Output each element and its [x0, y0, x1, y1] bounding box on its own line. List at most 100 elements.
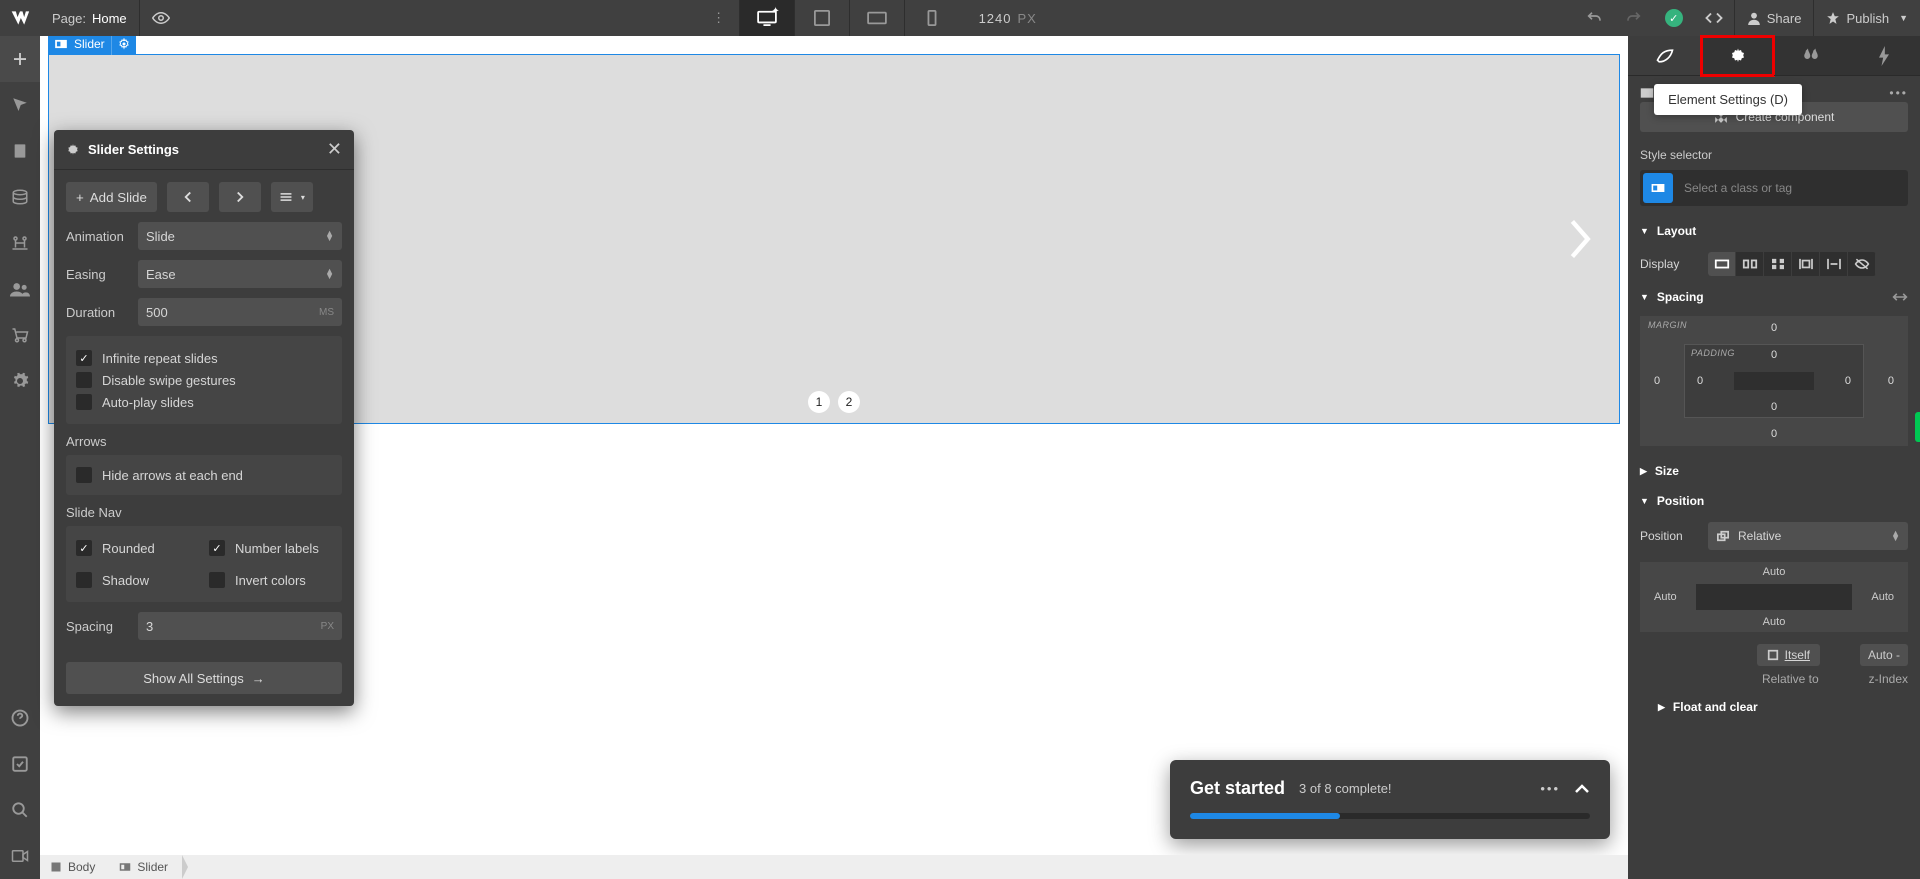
rocket-icon	[1826, 11, 1840, 25]
style-tab-icon[interactable]	[1628, 36, 1701, 76]
webflow-logo-icon[interactable]	[0, 0, 40, 36]
gear-icon	[66, 143, 80, 157]
slide-list-button[interactable]: ▾	[271, 182, 313, 212]
close-icon[interactable]: ✕	[327, 139, 342, 160]
cms-icon[interactable]	[0, 174, 40, 220]
style-selector-label: Style selector	[1628, 142, 1920, 164]
display-none-icon[interactable]	[1848, 252, 1876, 276]
get-started-progress: 3 of 8 complete!	[1299, 781, 1392, 796]
slider-next-arrow[interactable]	[1539, 199, 1619, 279]
status-ok-icon[interactable]: ✓	[1654, 0, 1694, 36]
pages-icon[interactable]	[0, 82, 40, 128]
number-labels-checkbox[interactable]	[209, 540, 225, 556]
position-select[interactable]: Relative▲▼	[1708, 522, 1908, 550]
breadcrumb-body[interactable]: Body	[40, 855, 109, 879]
display-options	[1708, 252, 1876, 276]
effects-tab-icon[interactable]	[1847, 36, 1920, 76]
more-icon[interactable]: •••	[1889, 86, 1908, 100]
get-started-title: Get started	[1190, 778, 1285, 799]
display-inline-icon[interactable]	[1820, 252, 1848, 276]
add-element-icon[interactable]	[0, 36, 40, 82]
add-slide-button[interactable]: +Add Slide	[66, 182, 157, 212]
display-flex-icon[interactable]	[1736, 252, 1764, 276]
undo-icon[interactable]	[1574, 0, 1614, 36]
slider-dot[interactable]: 2	[838, 391, 860, 413]
more-icon[interactable]: •••	[1540, 781, 1560, 796]
relative-to-itself[interactable]: Itself	[1757, 644, 1820, 666]
easing-label: Easing	[66, 267, 128, 282]
get-started-card: Get started 3 of 8 complete! •••	[1170, 760, 1610, 839]
preview-icon[interactable]	[140, 0, 182, 36]
slider-dot[interactable]: 1	[808, 391, 830, 413]
users-icon[interactable]	[0, 266, 40, 312]
left-toolbar	[0, 36, 40, 879]
display-inline-block-icon[interactable]	[1792, 252, 1820, 276]
settings-icon[interactable]	[0, 358, 40, 404]
breakpoint-tablet[interactable]	[794, 0, 849, 36]
element-tag-settings-icon[interactable]	[111, 36, 136, 55]
relative-icon	[1716, 530, 1730, 542]
display-label: Display	[1640, 257, 1700, 271]
breakpoint-tablet-landscape[interactable]	[849, 0, 904, 36]
help-icon[interactable]	[0, 695, 40, 741]
video-icon[interactable]	[0, 833, 40, 879]
target-icon	[1767, 649, 1779, 661]
style-selector-input[interactable]: Select a class or tag	[1640, 170, 1908, 206]
breadcrumb: Body Slider	[40, 855, 1628, 879]
display-block-icon[interactable]	[1708, 252, 1736, 276]
prev-slide-button[interactable]	[167, 182, 209, 212]
autoplay-checkbox[interactable]	[76, 394, 92, 410]
duration-input[interactable]: 500MS	[138, 298, 342, 326]
infinite-checkbox[interactable]	[76, 350, 92, 366]
overflow-menu-icon[interactable]: ⋮	[699, 10, 739, 26]
panel-title: Slider Settings	[88, 142, 179, 157]
audit-icon[interactable]	[0, 741, 40, 787]
spacing-input[interactable]: 3PX	[138, 612, 342, 640]
size-section-header[interactable]: ▶Size	[1628, 456, 1920, 486]
redo-icon[interactable]	[1614, 0, 1654, 36]
spacing-section-header[interactable]: ▼Spacing	[1628, 282, 1920, 312]
float-section-header[interactable]: ▶Float and clear	[1628, 692, 1920, 722]
selector-badge-icon	[1643, 173, 1673, 203]
code-icon[interactable]	[1694, 0, 1734, 36]
topbar: Page: Home ⋮ ✦ 1240PX ✓ Share Publish ▼	[0, 0, 1920, 36]
settings-tab-icon[interactable]	[1701, 36, 1774, 76]
invert-colors-checkbox[interactable]	[209, 572, 225, 588]
assets-icon[interactable]	[0, 312, 40, 358]
breadcrumb-slider[interactable]: Slider	[109, 855, 182, 879]
shadow-checkbox[interactable]	[76, 572, 92, 588]
zindex-label: z-Index	[1869, 672, 1908, 686]
canvas-width[interactable]: 1240PX	[959, 11, 1057, 26]
layout-section-header[interactable]: ▼Layout	[1628, 216, 1920, 246]
arrows-section-label: Arrows	[66, 434, 342, 449]
next-slide-button[interactable]	[219, 182, 261, 212]
slider-icon	[48, 38, 74, 50]
position-section-header[interactable]: ▼Position	[1628, 486, 1920, 516]
relative-to-label: Relative to	[1762, 672, 1819, 686]
zindex-auto[interactable]: Auto -	[1860, 644, 1908, 666]
element-tag[interactable]: Slider	[48, 36, 136, 55]
animation-label: Animation	[66, 229, 128, 244]
interactions-tab-icon[interactable]	[1774, 36, 1847, 76]
show-all-settings-button[interactable]: Show All Settings→	[66, 662, 342, 694]
navigator-icon[interactable]	[0, 128, 40, 174]
expand-icon[interactable]	[1892, 291, 1908, 303]
disable-swipe-checkbox[interactable]	[76, 372, 92, 388]
position-offsets[interactable]: Auto Auto Auto Auto	[1640, 562, 1908, 632]
share-button[interactable]: Share	[1734, 0, 1814, 36]
breakpoint-desktop[interactable]: ✦	[739, 0, 794, 36]
hide-arrows-checkbox[interactable]	[76, 467, 92, 483]
slidenav-section-label: Slide Nav	[66, 505, 342, 520]
rounded-checkbox[interactable]	[76, 540, 92, 556]
page-value: Home	[92, 11, 127, 26]
ecommerce-icon[interactable]	[0, 220, 40, 266]
animation-select[interactable]: Slide▲▼	[138, 222, 342, 250]
collapse-icon[interactable]	[1574, 784, 1590, 794]
easing-select[interactable]: Ease▲▼	[138, 260, 342, 288]
breakpoint-mobile[interactable]	[904, 0, 959, 36]
spacing-editor[interactable]: MARGIN 0 0 0 0 PADDING 0 0 0 0	[1640, 316, 1908, 446]
display-grid-icon[interactable]	[1764, 252, 1792, 276]
page-selector[interactable]: Page: Home	[40, 0, 140, 36]
search-icon[interactable]	[0, 787, 40, 833]
publish-button[interactable]: Publish ▼	[1813, 0, 1920, 36]
